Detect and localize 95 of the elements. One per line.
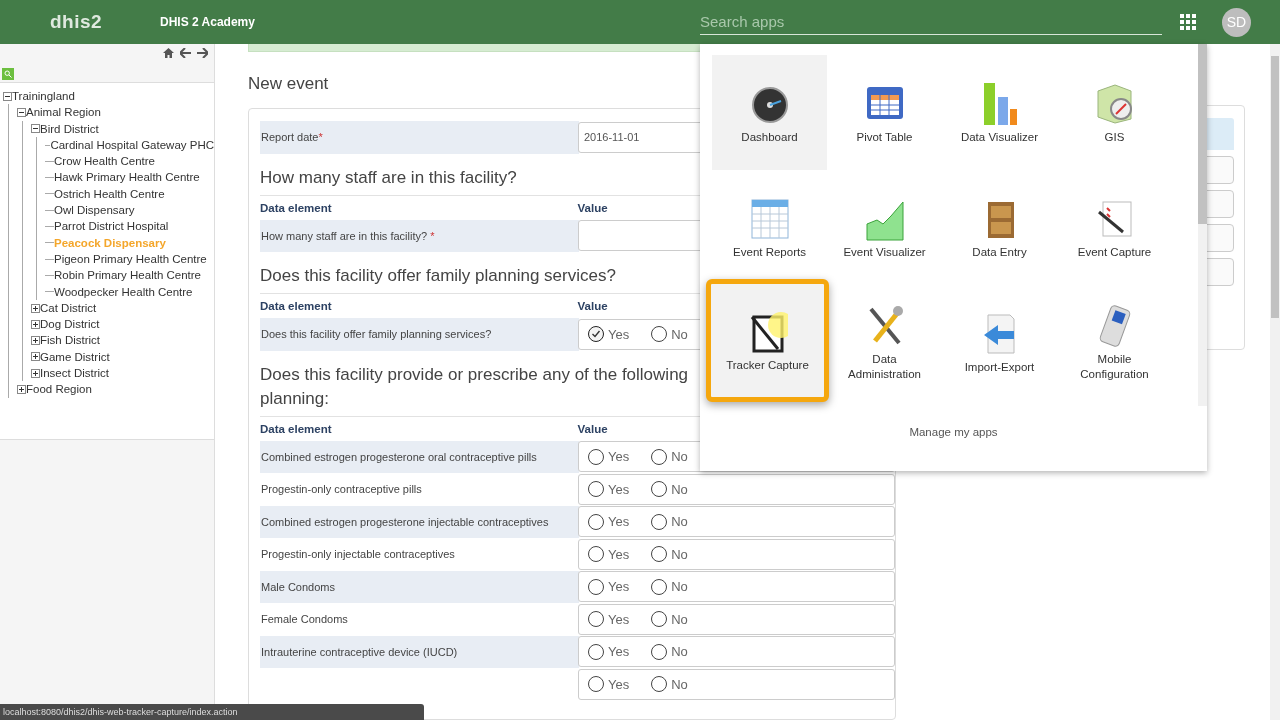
radio-option[interactable]: Yes	[588, 326, 630, 343]
radio-option[interactable]: Yes	[588, 578, 630, 595]
tree-item[interactable]: Insect District	[40, 365, 109, 382]
radio-circle[interactable]	[588, 643, 604, 660]
radio-option[interactable]: Yes	[588, 448, 630, 465]
radio-circle[interactable]	[588, 546, 604, 563]
radio-option[interactable]: No	[651, 611, 688, 628]
radio-circle[interactable]	[588, 676, 604, 693]
tree-item[interactable]: Cardinal Hospital Gateway PHC	[50, 136, 214, 154]
collapse-icon[interactable]	[3, 91, 12, 101]
radio-option[interactable]: No	[651, 326, 688, 343]
app-title: DHIS 2 Academy	[160, 15, 256, 29]
app-tile[interactable]: Import-Export	[942, 285, 1057, 400]
radio-circle[interactable]	[651, 481, 668, 498]
radio-option[interactable]: No	[651, 676, 688, 693]
search-field[interactable]: Search apps	[700, 9, 1162, 35]
field-label: Does this facility offer family planning services?	[260, 328, 493, 341]
radio-circle[interactable]	[651, 546, 668, 563]
app-tile[interactable]: Event Capture	[1057, 170, 1172, 285]
manage-apps-link[interactable]: Manage my apps	[909, 426, 998, 438]
tree-item[interactable]: Fish District	[40, 332, 101, 349]
tree-item[interactable]: Pigeon Primary Health Centre	[54, 250, 207, 268]
collapse-icon[interactable]	[17, 107, 26, 117]
radio-option[interactable]: No	[651, 481, 688, 498]
field-label: Progestin-only injectable contraceptives	[260, 548, 456, 561]
radio-circle[interactable]	[651, 611, 668, 628]
tree-item[interactable]: Animal Region	[26, 104, 101, 121]
field-label: Female Condoms	[260, 613, 349, 626]
tree-item[interactable]: Owl Dispensary	[54, 202, 135, 219]
radio-circle[interactable]	[651, 448, 668, 465]
radio-option[interactable]: Yes	[588, 481, 630, 498]
column-header: Value	[577, 201, 609, 214]
radio-option[interactable]: Yes	[588, 676, 630, 693]
expand-icon[interactable]	[31, 319, 40, 329]
radio-circle[interactable]	[651, 513, 668, 530]
tree-item[interactable]: Ostrich Health Centre	[54, 185, 165, 203]
radio-circle[interactable]	[588, 481, 604, 498]
expand-icon[interactable]	[31, 368, 40, 378]
radio-circle[interactable]	[588, 578, 604, 595]
column-header: Data element	[260, 201, 333, 214]
expand-icon[interactable]	[17, 385, 26, 394]
radio-option[interactable]: No	[651, 643, 688, 660]
radio-circle[interactable]	[651, 578, 668, 595]
radio-circle[interactable]	[588, 448, 604, 465]
status-url: localhost:8080/dhis2/dhis-web-tracker-capture/index.action	[0, 704, 424, 720]
radio-circle[interactable]	[651, 676, 668, 693]
radio-circle[interactable]	[651, 326, 668, 343]
tree-item[interactable]: Bird District	[40, 120, 99, 137]
expand-icon[interactable]	[31, 303, 40, 313]
field-label: Male Condoms	[260, 580, 336, 593]
field-label: Combined estrogen progesterone injectable contraceptives	[260, 515, 550, 528]
app-tile[interactable]: Dashboard	[712, 55, 827, 170]
radio-circle[interactable]	[651, 643, 668, 660]
field-label: Progestin-only contraceptive pills	[260, 483, 423, 496]
tree-item[interactable]: Parrot District Hospital	[54, 218, 169, 235]
page-title: New event	[248, 74, 330, 94]
tree-item[interactable]: Trainingland	[12, 88, 75, 105]
column-header: Value	[577, 300, 609, 312]
app-tile[interactable]: Mobile Configuration	[1057, 285, 1172, 400]
tree-item[interactable]: Game District	[40, 348, 110, 366]
field-label: Intrauterine contraceptive device (IUCD)	[260, 645, 459, 658]
tree-item[interactable]: Cat District	[40, 299, 97, 317]
column-header: Data element	[260, 422, 333, 435]
radio-option[interactable]: No	[651, 578, 688, 595]
app-tile[interactable]: Data Visualizer	[942, 55, 1057, 170]
collapse-icon[interactable]	[31, 124, 40, 134]
radio-circle[interactable]	[588, 611, 604, 628]
radio-option[interactable]: Yes	[588, 643, 630, 660]
expand-icon[interactable]	[31, 336, 40, 346]
tree-item[interactable]: Woodpecker Health Centre	[54, 283, 193, 300]
field-label: Report date*	[260, 131, 324, 144]
tree-item[interactable]: Robin Primary Health Centre	[54, 267, 201, 284]
radio-option[interactable]: Yes	[588, 546, 630, 563]
radio-circle[interactable]	[588, 326, 604, 343]
scrollbar[interactable]	[1198, 44, 1207, 406]
radio-circle[interactable]	[588, 513, 604, 530]
app-tile[interactable]: Data Entry	[942, 170, 1057, 285]
radio-option[interactable]: Yes	[588, 611, 630, 628]
logo[interactable]: dhis2	[50, 11, 160, 33]
tree-item[interactable]: Hawk Primary Health Centre	[54, 169, 200, 186]
radio-option[interactable]: No	[651, 513, 688, 530]
field-label: Combined estrogen progesterone oral contraceptive pills	[260, 450, 538, 463]
column-header: Data element	[260, 300, 333, 312]
field-label: How many staff are in this facility? *	[260, 229, 436, 242]
app-tile[interactable]: GIS	[1057, 55, 1172, 170]
radio-option[interactable]: Yes	[588, 513, 630, 530]
column-header: Value	[577, 422, 609, 435]
tree-item[interactable]: Food Region	[26, 381, 92, 398]
radio-option[interactable]: No	[651, 546, 688, 563]
tree-item[interactable]: Crow Health Centre	[54, 153, 155, 170]
scrollbar[interactable]	[1270, 44, 1280, 720]
radio-option[interactable]: No	[651, 448, 688, 465]
expand-icon[interactable]	[31, 352, 40, 362]
tree-item[interactable]: Dog District	[40, 316, 100, 333]
app-tile[interactable]: Tracker Capture	[706, 279, 829, 402]
